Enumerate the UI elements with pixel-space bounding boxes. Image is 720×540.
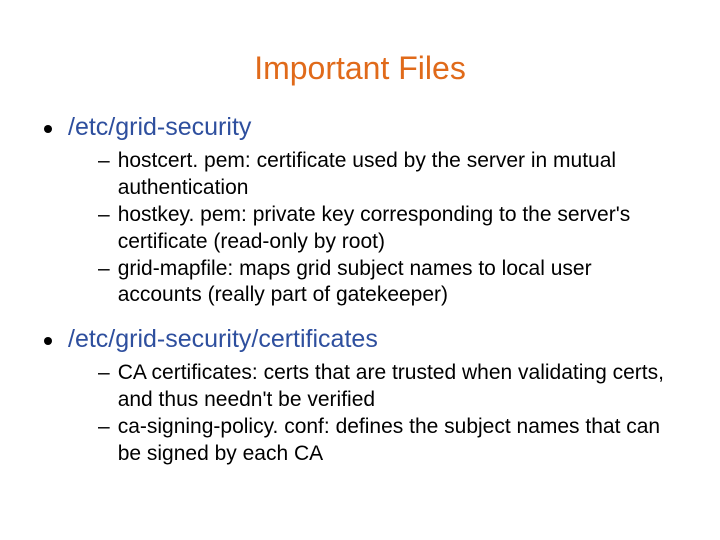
sub-item-text: hostcert. pem: certificate used by the s…: [118, 148, 680, 202]
sub-list: – hostcert. pem: certificate used by the…: [40, 148, 680, 309]
section: /etc/grid-security/certificates – CA cer…: [40, 325, 680, 468]
slide: Important Files /etc/grid-security – hos…: [0, 0, 720, 540]
section-header: /etc/grid-security/certificates: [40, 325, 680, 354]
bullet-icon: [44, 337, 52, 345]
dash-icon: –: [98, 202, 110, 229]
section-heading: /etc/grid-security: [68, 113, 251, 142]
list-item: – CA certificates: certs that are truste…: [98, 360, 680, 414]
dash-icon: –: [98, 414, 110, 441]
sub-item-text: ca-signing-policy. conf: defines the sub…: [118, 414, 680, 468]
slide-title: Important Files: [40, 50, 680, 87]
section-heading: /etc/grid-security/certificates: [68, 325, 378, 354]
sub-item-text: grid-mapfile: maps grid subject names to…: [118, 256, 680, 310]
list-item: – ca-signing-policy. conf: defines the s…: [98, 414, 680, 468]
dash-icon: –: [98, 148, 110, 175]
dash-icon: –: [98, 360, 110, 387]
sub-item-text: CA certificates: certs that are trusted …: [118, 360, 680, 414]
list-item: – grid-mapfile: maps grid subject names …: [98, 256, 680, 310]
list-item: – hostkey. pem: private key correspondin…: [98, 202, 680, 256]
dash-icon: –: [98, 256, 110, 283]
section-header: /etc/grid-security: [40, 113, 680, 142]
sub-item-text: hostkey. pem: private key corresponding …: [118, 202, 680, 256]
sub-list: – CA certificates: certs that are truste…: [40, 360, 680, 468]
bullet-icon: [44, 125, 52, 133]
section: /etc/grid-security – hostcert. pem: cert…: [40, 113, 680, 309]
list-item: – hostcert. pem: certificate used by the…: [98, 148, 680, 202]
